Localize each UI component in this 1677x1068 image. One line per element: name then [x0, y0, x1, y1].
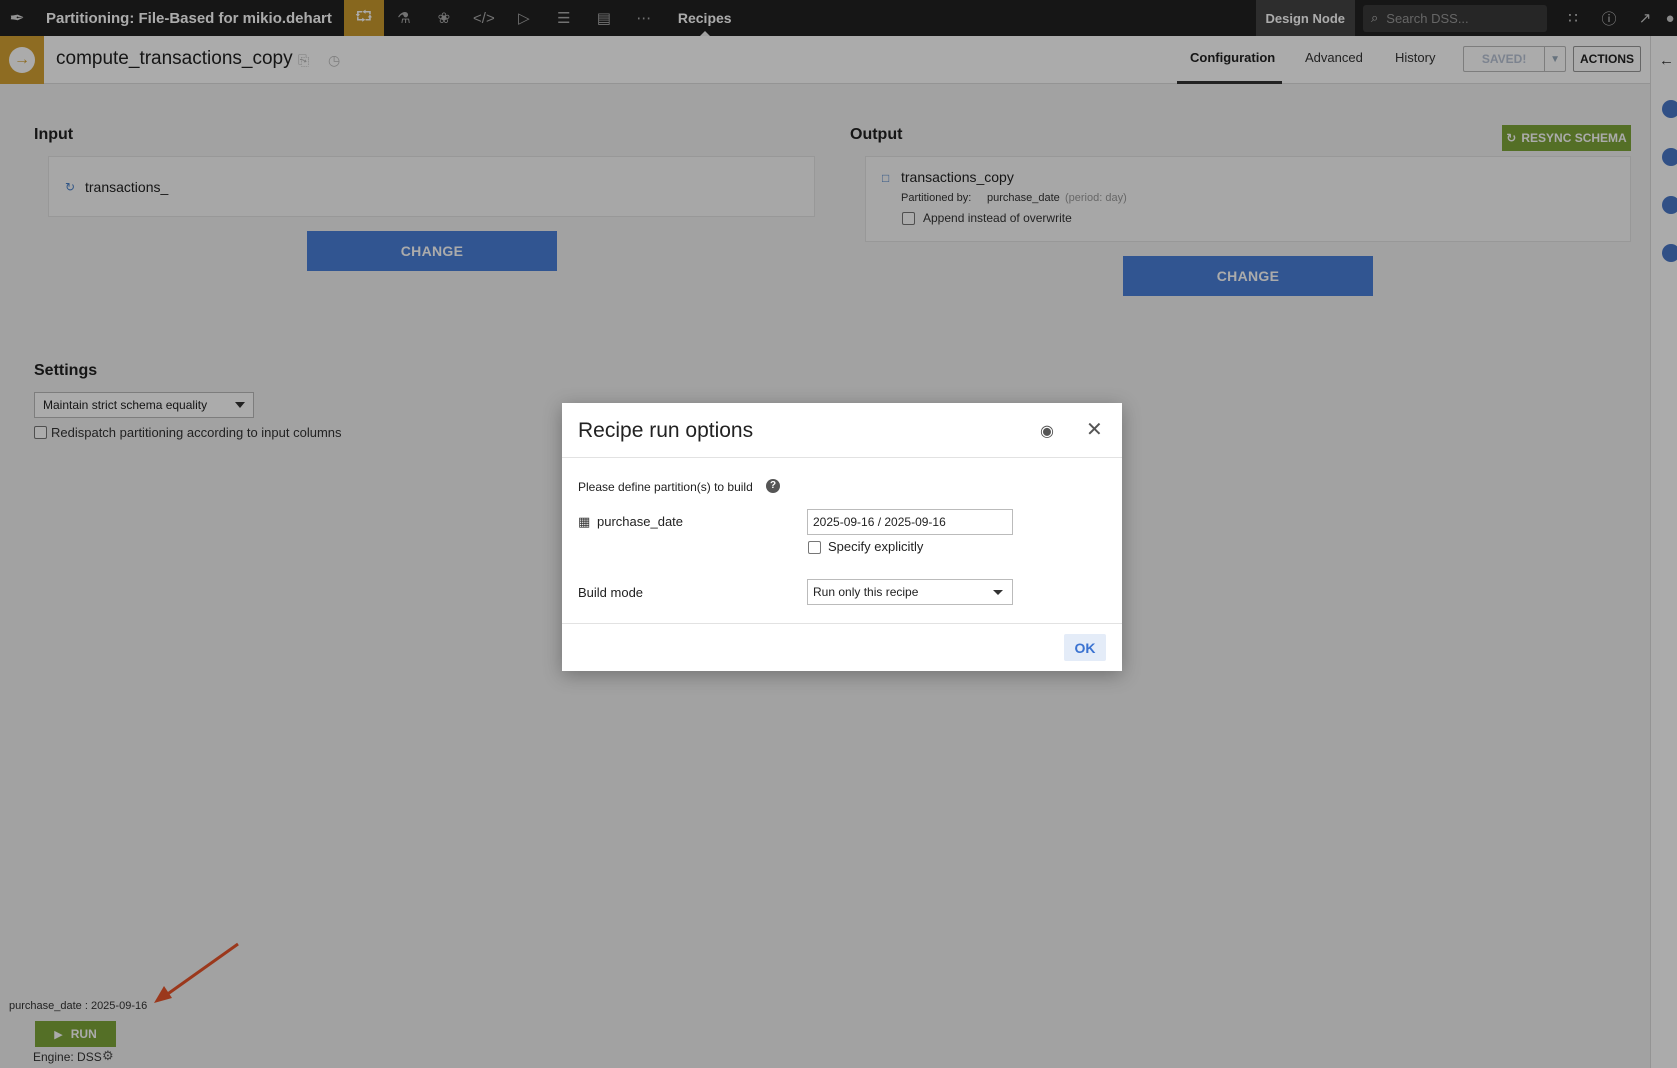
- build-mode-select[interactable]: Run only this recipe: [807, 579, 1013, 605]
- close-icon[interactable]: ✕: [1086, 417, 1103, 442]
- specify-explicitly-checkbox[interactable]: [808, 541, 821, 554]
- caret-down-icon: [993, 590, 1003, 595]
- ok-button[interactable]: OK: [1064, 634, 1106, 661]
- partition-instruction: Please define partition(s) to build: [578, 480, 753, 494]
- recipe-run-options-modal: Recipe run options ◉ ✕ Please define par…: [562, 403, 1122, 671]
- partition-field-label: purchase_date: [597, 514, 684, 529]
- question-icon[interactable]: ?: [766, 479, 780, 493]
- build-mode-value: Run only this recipe: [813, 585, 919, 599]
- modal-footer: OK: [562, 623, 1122, 671]
- modal-header: Recipe run options ◉ ✕: [562, 403, 1122, 458]
- build-mode-label: Build mode: [578, 585, 644, 600]
- partition-input[interactable]: 2025-09-16 / 2025-09-16: [807, 509, 1013, 535]
- eye-icon[interactable]: ◉: [1040, 421, 1054, 441]
- modal-title: Recipe run options: [578, 419, 754, 442]
- calendar-icon: ▦: [578, 514, 591, 529]
- specify-explicitly-label: Specify explicitly: [828, 539, 924, 554]
